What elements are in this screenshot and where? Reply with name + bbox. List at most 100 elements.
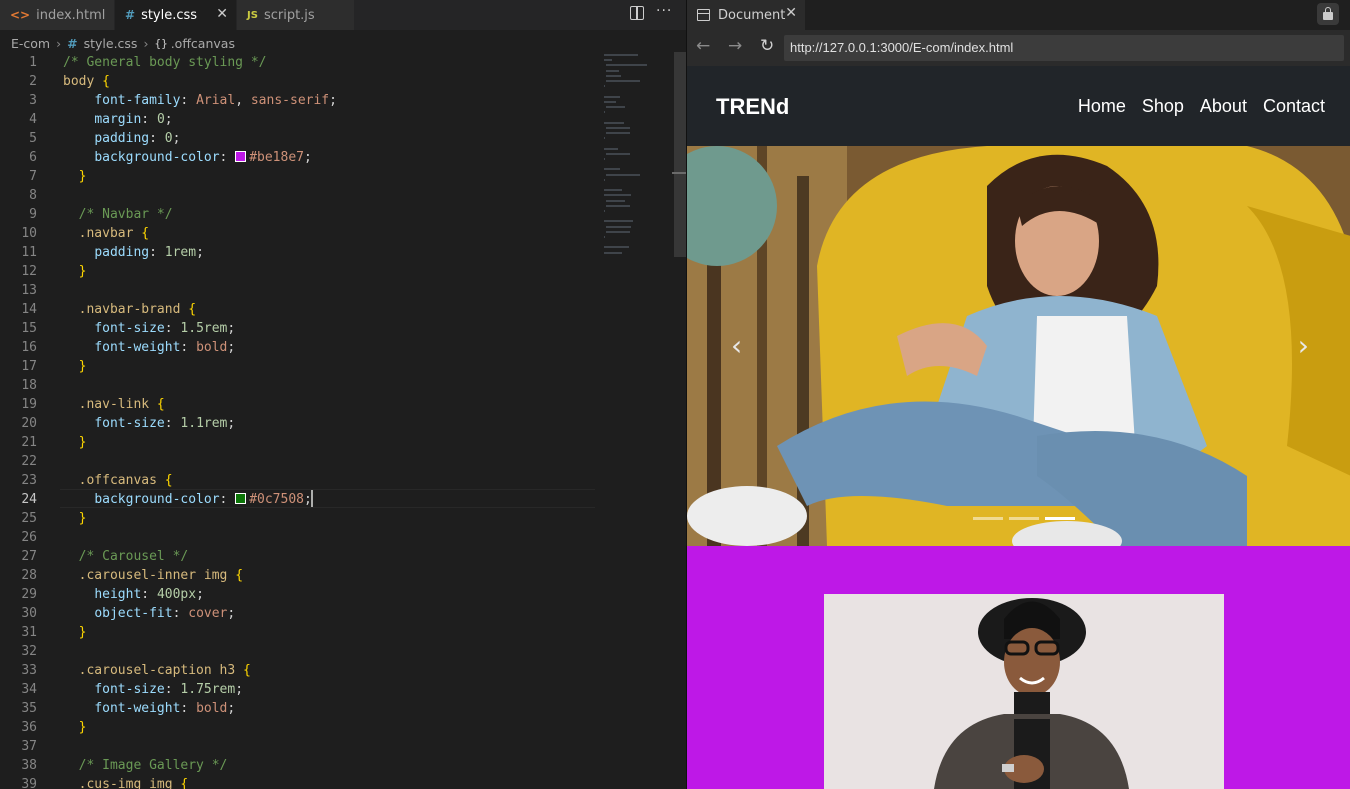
minimap-line (604, 147, 619, 150)
code-line[interactable]: 13 (0, 281, 600, 300)
line-text: font-size: 1.1rem; (94, 416, 236, 431)
scrollbar-thumb[interactable] (674, 52, 686, 257)
line-number: 24 (21, 492, 37, 507)
carousel-indicator-active[interactable] (1045, 517, 1075, 520)
code-line[interactable]: 11 padding: 1rem; (0, 243, 600, 262)
minimap-line (604, 111, 606, 114)
line-text: .cus-img img { (63, 777, 189, 789)
code-line[interactable]: 34 font-size: 1.75rem; (0, 680, 600, 699)
code-line[interactable]: 21 } (0, 433, 600, 452)
line-text: object-fit: cover; (94, 606, 236, 621)
code-line[interactable]: 22 (0, 452, 600, 471)
code-line[interactable]: 3 font-family: Arial, sans-serif; (0, 91, 600, 110)
forward-arrow-icon[interactable]: → (728, 36, 742, 56)
code-line[interactable]: 17 } (0, 357, 600, 376)
minimap-line (606, 69, 620, 72)
line-number: 10 (21, 226, 37, 241)
code-line[interactable]: 37 (0, 737, 600, 756)
code-line[interactable]: 32 (0, 642, 600, 661)
line-text: } (78, 511, 87, 526)
code-line[interactable]: 1 /* General body styling */ (0, 53, 600, 72)
line-text: font-weight: bold; (94, 701, 236, 716)
code-text-area[interactable]: 1 /* General body styling */ 2 body {3 font… (0, 52, 600, 789)
code-line[interactable]: 33 .carousel-caption h3 { (0, 661, 600, 680)
line-text: /* Navbar */ (63, 207, 173, 222)
line-number: 16 (21, 340, 37, 355)
code-line[interactable]: 7 } (0, 167, 600, 186)
code-line[interactable]: 26 (0, 528, 600, 547)
scrollbar-cursor-marker (672, 172, 686, 174)
code-line[interactable]: 16 font-weight: bold; (0, 338, 600, 357)
minimap[interactable] (602, 52, 672, 262)
line-number: 17 (21, 359, 37, 374)
code-line[interactable]: 10 .navbar { (0, 224, 600, 243)
split-editor-icon[interactable] (630, 6, 644, 20)
more-actions-icon[interactable]: ··· (656, 3, 672, 19)
line-number: 15 (21, 321, 37, 336)
navbar-brand[interactable]: TRENd (716, 94, 789, 120)
hero-carousel[interactable]: ‹ › (687, 146, 1350, 546)
code-line[interactable]: 23 .offcanvas { (0, 471, 600, 490)
tab-style-css[interactable]: # style.css ✕ (115, 0, 237, 30)
lock-button[interactable] (1317, 3, 1339, 25)
line-text: padding: 0; (94, 131, 181, 146)
minimap-line (604, 220, 633, 223)
close-icon[interactable]: ✕ (216, 6, 228, 22)
line-number: 11 (21, 245, 37, 260)
minimap-line (606, 152, 630, 155)
code-line[interactable]: 39 .cus-img img { (0, 775, 600, 789)
breadcrumb-symbol[interactable]: .offcanvas (171, 36, 235, 51)
minimap-line (606, 106, 625, 108)
browser-tab[interactable]: Document ✕ (687, 0, 805, 30)
code-line[interactable]: 12 } (0, 262, 600, 281)
lock-icon (1323, 7, 1333, 20)
reload-icon[interactable]: ↻ (760, 36, 774, 56)
code-line[interactable]: 38 /* Image Gallery */ (0, 756, 600, 775)
nav-link-contact[interactable]: Contact (1263, 96, 1325, 117)
nav-link-about[interactable]: About (1200, 96, 1247, 117)
breadcrumb-folder[interactable]: E-com (11, 36, 50, 51)
line-text: } (78, 169, 87, 184)
nav-link-shop[interactable]: Shop (1142, 96, 1184, 117)
code-line[interactable]: 25 } (0, 509, 600, 528)
nav-link-home[interactable]: Home (1078, 96, 1126, 117)
line-number: 25 (21, 511, 37, 526)
css-file-icon: # (67, 35, 78, 51)
carousel-indicator[interactable] (1009, 517, 1039, 520)
code-line[interactable]: 29 height: 400px; (0, 585, 600, 604)
code-line[interactable]: 6 background-color: #be18e7; (0, 148, 600, 167)
tab-script-js[interactable]: JS script.js (237, 0, 355, 30)
code-line[interactable]: 18 (0, 376, 600, 395)
code-line[interactable]: 35 font-weight: bold; (0, 699, 600, 718)
code-line[interactable]: 27 /* Carousel */ (0, 547, 600, 566)
code-line[interactable]: 15 font-size: 1.5rem; (0, 319, 600, 338)
html-file-icon: <> (10, 8, 31, 22)
code-line[interactable]: 30 object-fit: cover; (0, 604, 600, 623)
line-text: /* Carousel */ (63, 549, 189, 564)
line-number: 13 (21, 283, 37, 298)
code-editor[interactable]: <> index.html # style.css ✕ JS script.js… (0, 0, 686, 789)
carousel-next-icon[interactable]: › (1298, 329, 1309, 362)
carousel-indicator[interactable] (973, 517, 1003, 520)
close-icon[interactable]: ✕ (785, 5, 797, 21)
code-line[interactable]: 19 .nav-link { (0, 395, 600, 414)
code-line[interactable]: 36 } (0, 718, 600, 737)
code-line[interactable]: 5 padding: 0; (0, 129, 600, 148)
minimap-line (604, 178, 606, 181)
code-line[interactable]: 31 } (0, 623, 600, 642)
back-arrow-icon[interactable]: ← (696, 36, 710, 56)
tab-index-html[interactable]: <> index.html (0, 0, 115, 30)
minimap-line (606, 204, 630, 207)
code-line[interactable]: 9 /* Navbar */ (0, 205, 600, 224)
code-line[interactable]: 8 (0, 186, 600, 205)
code-line[interactable]: 14 .navbar-brand { (0, 300, 600, 319)
chevron-right-icon: › (56, 35, 62, 51)
breadcrumb-file[interactable]: style.css (84, 36, 138, 51)
minimap-line (604, 168, 620, 171)
code-line[interactable]: 28 .carousel-inner img { (0, 566, 600, 585)
carousel-prev-icon[interactable]: ‹ (731, 329, 742, 362)
code-line[interactable]: 2 body { (0, 72, 600, 91)
code-line[interactable]: 4 margin: 0; (0, 110, 600, 129)
address-bar[interactable]: http://127.0.0.1:3000/E-com/index.html (784, 35, 1344, 61)
code-line[interactable]: 20 font-size: 1.1rem; (0, 414, 600, 433)
